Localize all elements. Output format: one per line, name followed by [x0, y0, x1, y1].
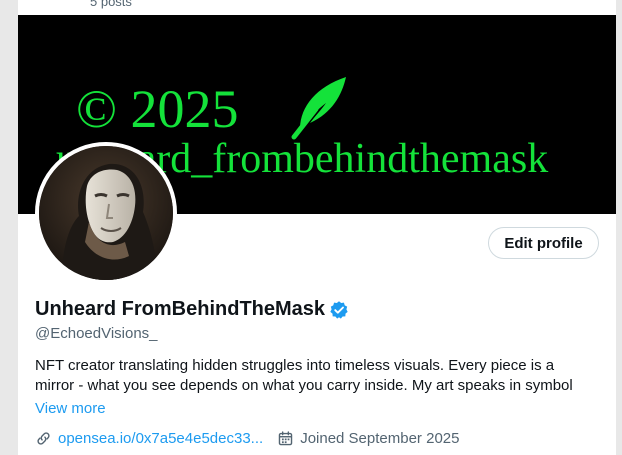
profile-bio: NFT creator translating hidden struggles…	[35, 357, 573, 394]
user-handle: @EchoedVisions_	[35, 325, 158, 342]
avatar-image	[39, 146, 173, 280]
view-more-link[interactable]: View more	[35, 400, 106, 417]
joined-date: Joined September 2025	[300, 430, 460, 447]
feather-icon	[291, 77, 346, 140]
profile-meta-row: opensea.io/0x7a5e4e5dec33... Joined Sept…	[35, 430, 459, 447]
calendar-icon	[278, 431, 293, 446]
avatar[interactable]	[35, 142, 177, 284]
link-icon	[37, 432, 50, 445]
verified-badge-icon[interactable]	[329, 300, 349, 320]
posts-count: 5 posts	[90, 0, 132, 9]
profile-website-link[interactable]: opensea.io/0x7a5e4e5dec33...	[58, 430, 263, 447]
display-name: Unheard FromBehindTheMask	[35, 298, 326, 320]
name-row: Unheard FromBehindTheMask	[35, 298, 349, 321]
banner-copyright-text: © 2025	[76, 79, 239, 139]
edit-profile-button[interactable]: Edit profile	[488, 227, 599, 259]
profile-page: 5 posts © 2025 unheard_frombehindthemask	[0, 0, 622, 455]
profile-column: 5 posts © 2025 unheard_frombehindthemask	[18, 0, 616, 455]
